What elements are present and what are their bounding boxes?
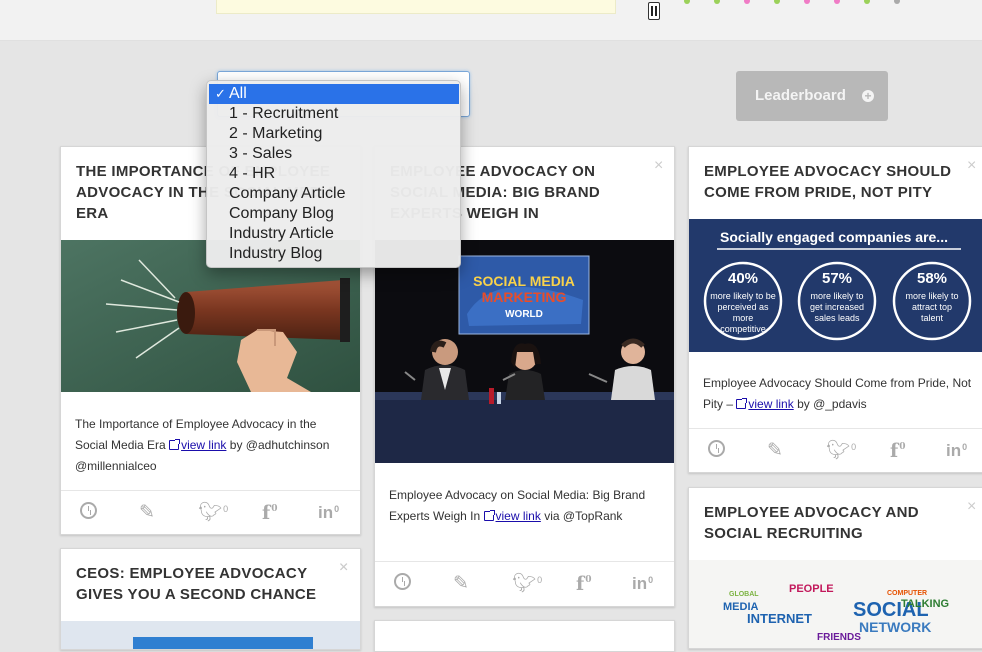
linkedin-icon[interactable]: in 0	[946, 440, 967, 462]
svg-text:57%: 57%	[822, 270, 852, 287]
edit-icon[interactable]: ✎	[767, 440, 783, 462]
card-description: Employee Advocacy Should Come from Pride…	[703, 376, 972, 411]
notification-bar	[216, 0, 616, 14]
infographic: Socially engaged companies are... 40% 57…	[689, 219, 982, 352]
svg-text:40%: 40%	[728, 270, 758, 287]
card-title[interactable]: EMPLOYEE ADVOCACY AND SOCIAL RECRUITING	[704, 502, 969, 544]
banner-line: SOCIAL MEDIA	[473, 273, 575, 289]
card-actions: ✎ 🐦︎ 0 f0 in 0	[689, 428, 982, 472]
option-sales[interactable]: 3 - Sales	[209, 144, 459, 164]
card-actions: ✎ 🐦︎ 0 f0 in 0	[61, 490, 360, 534]
facebook-icon[interactable]: f0	[890, 440, 905, 462]
view-link[interactable]: view link	[483, 509, 541, 523]
card-description: The Importance of Employee Advocacy in t…	[75, 417, 330, 473]
plus-circle-icon: +	[862, 90, 874, 102]
indicator-dot[interactable]	[744, 0, 750, 4]
option-company-article[interactable]: Company Article	[209, 184, 459, 204]
article-card[interactable]: EMPLOYEE ADVOCACY AND SOCIAL RECRUITING …	[688, 487, 982, 649]
cloud-word: TALKING	[901, 598, 949, 610]
cloud-word: GLOBAL	[729, 591, 759, 598]
cloud-word: COMPUTER	[887, 590, 927, 597]
infographic-heading: Socially engaged companies are...	[720, 229, 948, 245]
close-icon[interactable]: ×	[967, 157, 976, 175]
stat-57-text: more likely to get increased sales leads	[809, 291, 865, 323]
cloud-word: NETWORK	[859, 619, 931, 635]
edit-icon[interactable]: ✎	[453, 573, 469, 595]
card-actions: ✎ 🐦︎ 0 f0 in 0	[375, 561, 674, 606]
leaderboard-button[interactable]: Leaderboard +	[736, 71, 888, 121]
twitter-icon[interactable]: 🐦︎ 0	[198, 502, 228, 524]
facebook-icon[interactable]: f0	[576, 573, 591, 595]
linkedin-icon[interactable]: in 0	[318, 502, 339, 524]
card-title[interactable]: EMPLOYEE ADVOCACY SHOULD COME FROM PRIDE…	[704, 161, 969, 203]
option-recruitment[interactable]: 1 - Recruitment	[209, 104, 459, 124]
article-card[interactable]	[374, 620, 675, 652]
panel-photo: SOCIAL MEDIA MARKETING WORLD	[375, 240, 674, 463]
banner-line: MARKETING	[482, 289, 567, 305]
linkedin-icon[interactable]: in 0	[632, 573, 653, 595]
option-all[interactable]: ✓ All	[209, 84, 459, 104]
svg-text:58%: 58%	[917, 270, 947, 287]
schedule-icon[interactable]	[708, 440, 725, 463]
indicator-dot[interactable]	[894, 0, 900, 4]
option-marketing[interactable]: 2 - Marketing	[209, 124, 459, 144]
indicator-dot[interactable]	[684, 0, 690, 4]
view-link[interactable]: view link	[169, 438, 226, 452]
word-cloud-image: PEOPLE MEDIA SOCIAL TALKING INTERNET NET…	[689, 560, 982, 648]
close-icon[interactable]: ×	[967, 498, 976, 516]
option-hr[interactable]: 4 - HR	[209, 164, 459, 184]
schedule-icon[interactable]	[394, 573, 411, 596]
article-card[interactable]: EMPLOYEE ADVOCACY SHOULD COME FROM PRIDE…	[688, 146, 982, 473]
card-title[interactable]: CEOS: EMPLOYEE ADVOCACY GIVES YOU A SECO…	[76, 563, 336, 605]
facebook-icon[interactable]: f0	[262, 502, 277, 524]
indicator-dot[interactable]	[864, 0, 870, 4]
article-card[interactable]: CEOS: EMPLOYEE ADVOCACY GIVES YOU A SECO…	[60, 548, 361, 650]
external-link-icon	[736, 398, 748, 409]
card-description: Employee Advocacy on Social Media: Big B…	[389, 488, 646, 523]
view-link[interactable]: view link	[736, 397, 794, 411]
close-icon[interactable]: ×	[654, 157, 663, 175]
option-company-blog[interactable]: Company Blog	[209, 204, 459, 224]
category-dropdown[interactable]: ✓ All 1 - Recruitment 2 - Marketing 3 - S…	[206, 80, 461, 268]
twitter-icon[interactable]: 🐦︎ 0	[512, 573, 542, 595]
pause-icon[interactable]	[648, 2, 660, 20]
indicator-dot[interactable]	[834, 0, 840, 4]
twitter-icon[interactable]: 🐦︎ 0	[826, 440, 856, 462]
external-link-icon	[483, 510, 495, 521]
cloud-word: PEOPLE	[789, 583, 834, 595]
indicator-dot[interactable]	[774, 0, 780, 4]
external-link-icon	[169, 439, 181, 450]
indicator-dot[interactable]	[714, 0, 720, 4]
cloud-word: INTERNET	[747, 611, 812, 626]
schedule-icon[interactable]	[80, 502, 97, 525]
stat-58-text: more likely to attract top talent	[905, 291, 959, 323]
close-icon[interactable]: ×	[339, 559, 348, 577]
stat-40-text: more likely to be perceived as more comp…	[710, 291, 776, 334]
edit-icon[interactable]: ✎	[139, 502, 155, 524]
top-toolbar	[0, 0, 982, 41]
option-industry-blog[interactable]: Industry Blog	[209, 244, 459, 264]
slide-indicator-dots	[668, 0, 908, 6]
article-image	[61, 621, 360, 649]
banner-line: WORLD	[505, 309, 543, 320]
option-industry-article[interactable]: Industry Article	[209, 224, 459, 244]
indicator-dot[interactable]	[804, 0, 810, 4]
